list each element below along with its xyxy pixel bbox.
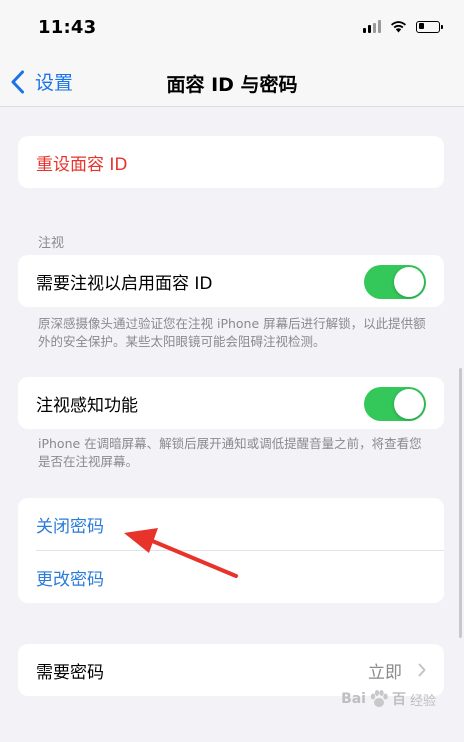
change-passcode-button[interactable]: 更改密码 [18,551,444,603]
attention-aware-row: 注视感知功能 [18,377,444,429]
navigation-bar: 设置 面容 ID 与密码 [0,58,464,107]
wifi-icon [391,21,406,33]
attention-aware-footnote: iPhone 在调暗屏幕、解锁后展开通知或调低提醒音量之前，将查看您是否在注视屏… [38,436,422,469]
reset-face-id-group: 重设面容 ID [18,136,444,188]
attention-aware-toggle[interactable] [364,387,426,421]
paw-logo-icon [370,690,388,707]
require-attention-group: 需要注视以启用面容 ID [18,255,444,307]
attention-aware-label: 注视感知功能 [36,395,138,416]
attention-section-header: 注视 [38,236,65,251]
battery-icon [416,20,443,33]
require-attention-footnote: 原深感摄像头通过验证您在注视 iPhone 屏幕后进行解锁，以此提供额外的安全保… [38,316,426,349]
require-attention-label: 需要注视以启用面容 ID [36,273,213,294]
status-time: 11:43 [38,17,97,38]
scroll-indicator [459,368,462,638]
cellular-signal-icon [363,20,381,33]
turn-off-passcode-button[interactable]: 关闭密码 [18,498,444,550]
toggle-knob [394,267,424,297]
toggle-knob [394,389,424,419]
annotation-arrow-icon [124,528,238,578]
reset-face-id-button[interactable]: 重设面容 ID [18,136,444,188]
require-passcode-value: 立即 [368,662,402,683]
require-passcode-label: 需要密码 [36,662,104,683]
passcode-group: 关闭密码 更改密码 [18,498,444,603]
page-title: 面容 ID 与密码 [166,74,298,96]
baidu-watermark: Bai 百 经验 [341,688,436,710]
watermark-brand-left: Bai [341,691,366,707]
watermark-site: 经验 [409,693,436,709]
status-bar: 11:43 [0,0,464,58]
require-attention-toggle[interactable] [364,265,426,299]
status-icons [363,20,443,33]
chevron-right-icon [418,663,426,677]
attention-aware-group: 注视感知功能 [18,377,444,429]
require-attention-row: 需要注视以启用面容 ID [18,255,444,307]
watermark-brand-right: 百 [391,692,406,708]
